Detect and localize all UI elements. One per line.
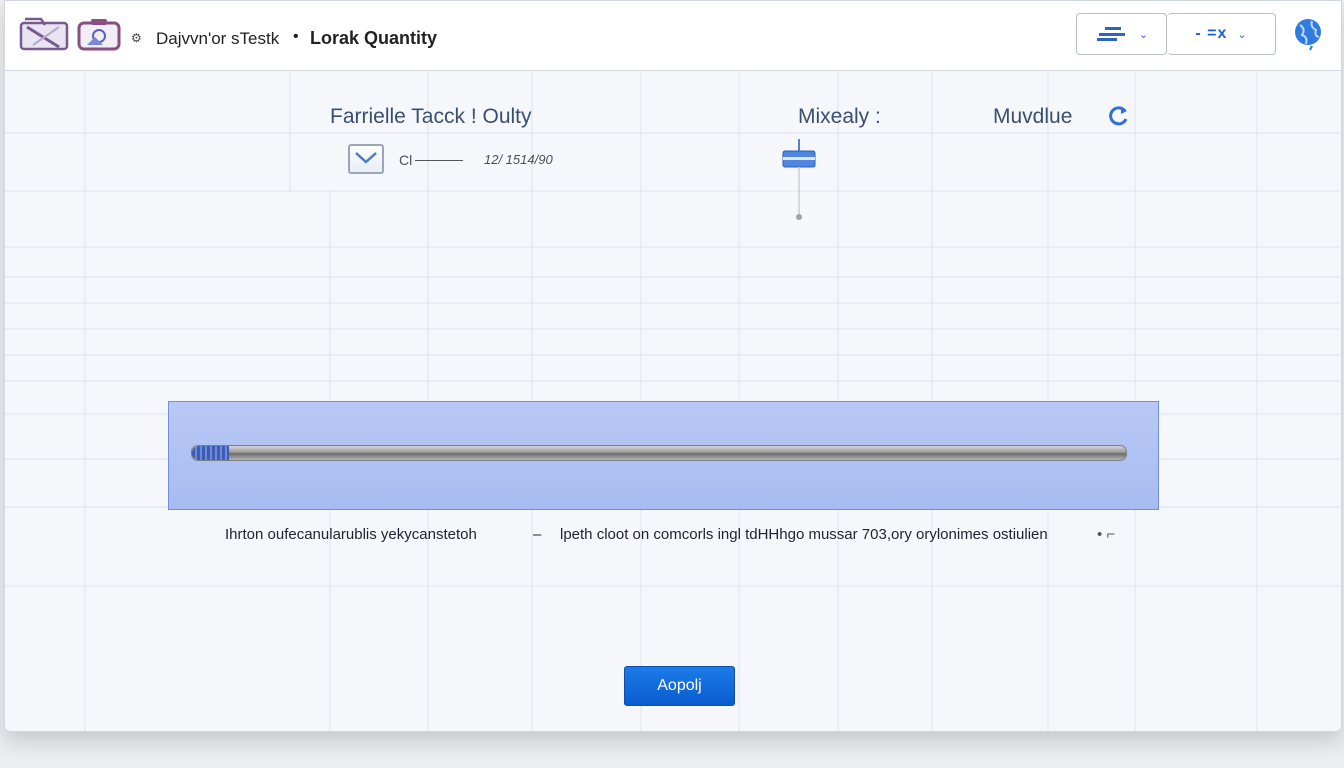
- toolbar-lines-icon: [1096, 27, 1125, 41]
- slider-fill[interactable]: [192, 446, 230, 460]
- title-bar: ⚙ Dajvvn'or sTestk • Lorak Quantity ⌄ - …: [5, 1, 1341, 71]
- apply-button[interactable]: Aopolj: [624, 666, 735, 706]
- chevron-down-icon: ⌄: [1138, 28, 1149, 41]
- gear-icon: ⚙: [131, 31, 142, 45]
- refresh-icon[interactable]: [1108, 105, 1130, 127]
- checkbox-value: 12/ 1514/90: [484, 152, 553, 167]
- section-title-mixealy: Mixealy :: [798, 105, 881, 128]
- checkbox-divider: [415, 160, 463, 161]
- app-window: ⚙ Dajvvn'or sTestk • Lorak Quantity ⌄ - …: [4, 0, 1342, 732]
- quality-checkbox[interactable]: [348, 144, 384, 174]
- folder-icon[interactable]: [19, 17, 71, 51]
- breadcrumb-first[interactable]: Dajvvn'or sTestk: [156, 29, 279, 49]
- toolbar-menu-button[interactable]: ⌄: [1076, 13, 1167, 55]
- toolbar-filter-label: - =x: [1195, 25, 1228, 42]
- chevron-down-icon: ⌄: [1237, 28, 1247, 41]
- helper-text-right: lpeth cloot on comcorls ingl tdHHhgo mus…: [560, 526, 1048, 543]
- section-title-module: Muvdlue: [993, 105, 1073, 128]
- vertical-slider[interactable]: [781, 137, 817, 227]
- breadcrumb-separator: •: [293, 28, 299, 45]
- section-title-quality: Farrielle Tacck ! Oulty: [330, 105, 532, 128]
- helper-text-left: Ihrton oufecanularublis yekycanstetoh: [225, 526, 477, 543]
- checkmark-icon: [355, 152, 377, 164]
- page-title: Lorak Quantity: [310, 28, 438, 48]
- globe-icon[interactable]: [1292, 17, 1324, 51]
- helper-text-dash: –: [533, 526, 542, 543]
- toolbar-filter-button[interactable]: - =x ⌄: [1167, 13, 1276, 55]
- image-icon[interactable]: [77, 17, 121, 51]
- slider-panel: [168, 401, 1159, 510]
- slider-track[interactable]: [191, 445, 1127, 461]
- checkbox-label: Cl: [399, 152, 413, 168]
- helper-text-end: • ⌐: [1097, 526, 1116, 543]
